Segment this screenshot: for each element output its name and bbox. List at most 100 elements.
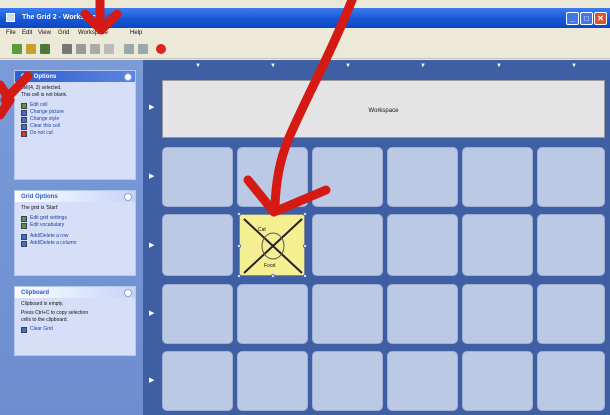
undo-icon[interactable]	[104, 44, 114, 54]
grid-cell[interactable]	[387, 147, 458, 207]
resize-handle[interactable]	[271, 274, 275, 278]
column-marker-icon[interactable]: ▼	[270, 63, 276, 69]
workspace-cell[interactable]: Workspace	[162, 80, 605, 138]
record-icon[interactable]	[156, 44, 166, 54]
menu-edit[interactable]: Edit	[22, 30, 32, 36]
resize-handle[interactable]	[271, 212, 275, 216]
grid-cell[interactable]	[537, 214, 605, 276]
vocabulary-icon	[21, 223, 27, 229]
resize-handle[interactable]	[303, 244, 307, 248]
clear-cell-link[interactable]: Clear this cell	[21, 123, 129, 130]
new-icon[interactable]	[12, 44, 22, 54]
edit-grid-settings-link[interactable]: Edit grid settings	[21, 215, 129, 222]
grid-cell[interactable]	[537, 351, 605, 411]
row-marker-icon[interactable]: ▶	[149, 103, 154, 111]
grid-cell[interactable]	[312, 147, 383, 207]
grid-cell[interactable]	[162, 147, 233, 207]
row-marker-icon[interactable]: ▶	[149, 376, 154, 384]
open-icon[interactable]	[26, 44, 36, 54]
resize-handle[interactable]	[303, 274, 307, 278]
task-label: Clear Grid	[30, 326, 53, 332]
resize-handle[interactable]	[237, 212, 241, 216]
resize-handle[interactable]	[237, 244, 241, 248]
minimize-button[interactable]: _	[566, 12, 579, 25]
cell-label-bottom: Food	[264, 263, 276, 269]
collapse-icon[interactable]	[124, 73, 132, 81]
task-label: Clear this cell	[30, 123, 61, 129]
save-icon[interactable]	[40, 44, 50, 54]
cell-options-title: Cell Options	[21, 74, 57, 80]
grid-options-title: Grid Options	[21, 194, 58, 200]
column-marker-icon[interactable]: ▼	[420, 63, 426, 69]
grid-cell[interactable]	[312, 284, 383, 344]
change-style-link[interactable]: Change style	[21, 116, 129, 123]
grid-cell[interactable]	[462, 284, 533, 344]
menu-workspace[interactable]: Workspace	[78, 30, 108, 36]
collapse-icon[interactable]	[124, 193, 132, 201]
resize-handle[interactable]	[237, 274, 241, 278]
paste-icon[interactable]	[90, 44, 100, 54]
grid-options-panel: Grid Options The grid is 'Start' Edit gr…	[14, 190, 136, 276]
column-marker-icon[interactable]: ▼	[571, 63, 577, 69]
task-label: Change style	[30, 116, 60, 122]
menu-grid[interactable]: Grid	[58, 30, 69, 36]
grid-cell[interactable]	[387, 351, 458, 411]
grid-icon[interactable]	[138, 44, 148, 54]
clipboard-title: Clipboard	[21, 290, 49, 296]
grid-cell[interactable]	[537, 284, 605, 344]
grid-cell[interactable]	[537, 147, 605, 207]
clear-grid-link[interactable]: Clear Grid	[21, 326, 129, 333]
grid-cell[interactable]	[237, 284, 308, 344]
status-text: This cell is not blank.	[21, 92, 68, 98]
grid-cell[interactable]	[162, 284, 233, 344]
edit-vocabulary-link[interactable]: Edit vocabulary	[21, 222, 129, 229]
column-marker-icon[interactable]: ▼	[496, 63, 502, 69]
do-not-cut-link[interactable]: Do not cut	[21, 130, 129, 137]
row-marker-icon[interactable]: ▶	[149, 241, 154, 249]
grid-cell[interactable]	[462, 214, 533, 276]
task-label: Edit vocabulary	[30, 222, 65, 228]
grid-cell[interactable]	[237, 351, 308, 411]
grid-cell[interactable]	[312, 351, 383, 411]
cell-options-header[interactable]: Cell Options	[15, 71, 135, 82]
grid-cell[interactable]	[162, 214, 233, 276]
menu-view[interactable]: View	[38, 30, 51, 36]
status-text: cell(4, 3) selected.	[21, 85, 62, 91]
menu-file[interactable]: File	[6, 30, 16, 36]
grid-cell[interactable]	[162, 351, 233, 411]
resize-handle[interactable]	[303, 212, 307, 216]
no-icon	[21, 131, 27, 137]
grid-cell[interactable]	[462, 351, 533, 411]
grid-cell[interactable]	[387, 284, 458, 344]
edit-cell-link[interactable]: Edit cell	[21, 102, 129, 109]
column-marker-icon[interactable]: ▼	[345, 63, 351, 69]
cell-options-body: cell(4, 3) selected. This cell is not bl…	[15, 82, 135, 179]
task-label: Change picture	[30, 109, 64, 115]
collapse-icon[interactable]	[124, 289, 132, 297]
grid-cell[interactable]	[462, 147, 533, 207]
add-delete-column-link[interactable]: Add/Delete a column	[21, 240, 129, 247]
task-label: Add/Delete a row	[30, 233, 69, 239]
title-bar[interactable]: The Grid 2 - Workspace _ □ ✕	[0, 8, 610, 28]
maximize-button[interactable]: □	[580, 12, 593, 25]
row-marker-icon[interactable]: ▶	[149, 172, 154, 180]
change-picture-link[interactable]: Change picture	[21, 109, 129, 116]
copy-icon[interactable]	[76, 44, 86, 54]
grid-cell[interactable]	[387, 214, 458, 276]
zoom-icon[interactable]	[124, 44, 134, 54]
row-marker-icon[interactable]: ▶	[149, 309, 154, 317]
grid-options-header[interactable]: Grid Options	[15, 191, 135, 202]
close-button[interactable]: ✕	[594, 12, 607, 25]
menu-help[interactable]: Help	[130, 30, 142, 36]
column-marker-icon[interactable]: ▼	[195, 63, 201, 69]
grid-options-body: The grid is 'Start' Edit grid settings E…	[15, 202, 135, 275]
cut-icon[interactable]	[62, 44, 72, 54]
toolbar	[0, 39, 610, 59]
add-delete-row-link[interactable]: Add/Delete a row	[21, 233, 129, 240]
selected-grid-cell[interactable]: Cat Food	[237, 212, 307, 278]
clipboard-header[interactable]: Clipboard	[15, 287, 135, 298]
grid-cell[interactable]	[237, 147, 308, 207]
grid-cell[interactable]	[312, 214, 383, 276]
task-label: Edit cell	[30, 102, 48, 108]
window-title: The Grid 2 - Workspace	[22, 14, 101, 21]
